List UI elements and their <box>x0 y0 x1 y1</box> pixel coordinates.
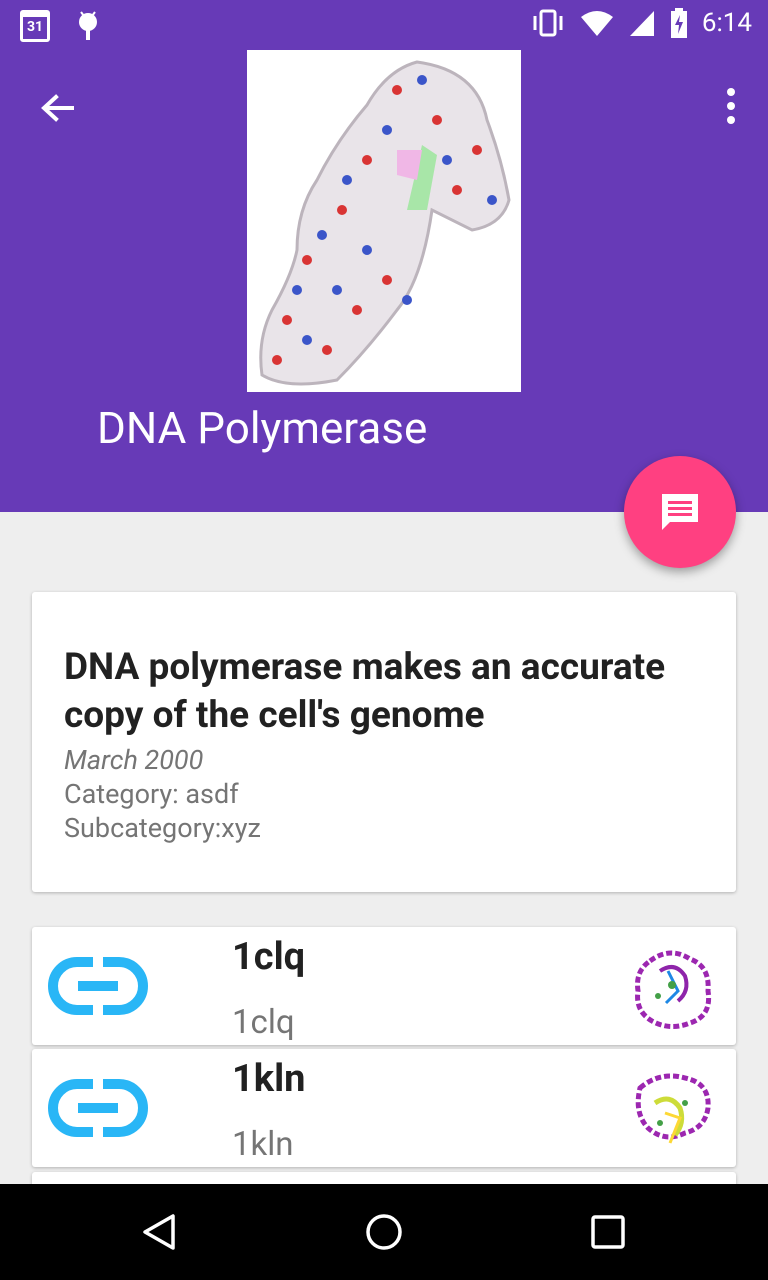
calendar-icon: 31 <box>20 10 50 42</box>
item-subtitle: 1kln <box>232 1125 294 1164</box>
protein-structure-image <box>247 50 521 392</box>
article-info-card: DNA polymerase makes an accurate copy of… <box>32 592 736 892</box>
page-title: DNA Polymerase <box>97 402 428 454</box>
article-date: March 2000 <box>64 744 204 776</box>
nav-back-icon[interactable] <box>140 1212 180 1252</box>
android-debug-icon <box>79 11 97 40</box>
item-title: 1kln <box>232 1057 306 1101</box>
item-title: 1clq <box>232 935 306 979</box>
article-category: Category: asdf <box>64 778 239 810</box>
clock-time: 6:14 <box>701 8 752 38</box>
list-item[interactable]: 1kln 1kln <box>32 1049 736 1167</box>
nav-home-icon[interactable] <box>364 1212 404 1252</box>
comment-fab-button[interactable] <box>624 456 736 568</box>
back-arrow-icon[interactable] <box>36 86 80 130</box>
cell-signal-icon <box>629 11 654 36</box>
list-item[interactable]: 1clq 1clq <box>32 927 736 1045</box>
battery-icon <box>670 8 687 38</box>
link-icon <box>48 957 148 1015</box>
item-subtitle: 1clq <box>232 1003 295 1042</box>
protein-thumbnail-image <box>635 950 712 1029</box>
overflow-menu-icon[interactable] <box>724 86 738 126</box>
protein-thumbnail-image <box>635 1073 711 1144</box>
status-bar: 31 6:14 <box>0 0 768 50</box>
comment-icon <box>662 494 698 530</box>
link-icon <box>48 1079 148 1137</box>
wifi-icon <box>580 11 613 36</box>
nav-recents-icon[interactable] <box>590 1212 626 1252</box>
article-headline: DNA polymerase makes an accurate copy of… <box>64 646 666 737</box>
article-subcategory: Subcategory:xyz <box>64 812 261 844</box>
vibrate-icon <box>533 9 563 37</box>
collapsing-header: DNA Polymerase <box>0 50 768 512</box>
system-navigation-bar <box>0 1184 768 1280</box>
